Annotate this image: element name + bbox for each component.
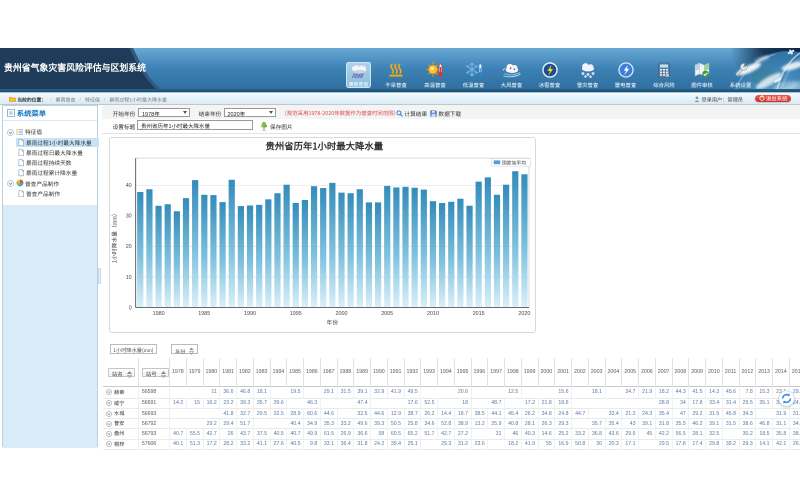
- svg-text:2015: 2015: [472, 311, 484, 317]
- svg-text:20: 20: [125, 244, 131, 250]
- svg-text:1980: 1980: [152, 311, 164, 317]
- svg-text:国家站平均: 国家站平均: [502, 159, 526, 166]
- svg-text:2010: 2010: [427, 311, 439, 317]
- svg-text:2005: 2005: [381, 311, 393, 317]
- svg-text:1995: 1995: [289, 311, 301, 317]
- svg-text:贵州省历年1小时最大降水量: 贵州省历年1小时最大降水量: [265, 138, 383, 152]
- svg-text:1985: 1985: [198, 311, 210, 317]
- svg-text:30: 30: [125, 213, 131, 219]
- svg-text:1小时降水量（mm）: 1小时降水量（mm）: [110, 210, 119, 263]
- svg-text:10: 10: [125, 274, 131, 280]
- svg-text:0: 0: [128, 305, 131, 311]
- svg-text:40: 40: [125, 183, 131, 189]
- svg-text:贵州省气象灾害风险评估与区划系统: 贵州省气象灾害风险评估与区划系统: [4, 60, 146, 74]
- svg-text:2020: 2020: [518, 311, 530, 317]
- svg-text:年份: 年份: [326, 317, 338, 326]
- svg-text:1990: 1990: [244, 311, 256, 317]
- svg-text:2000: 2000: [335, 311, 347, 317]
